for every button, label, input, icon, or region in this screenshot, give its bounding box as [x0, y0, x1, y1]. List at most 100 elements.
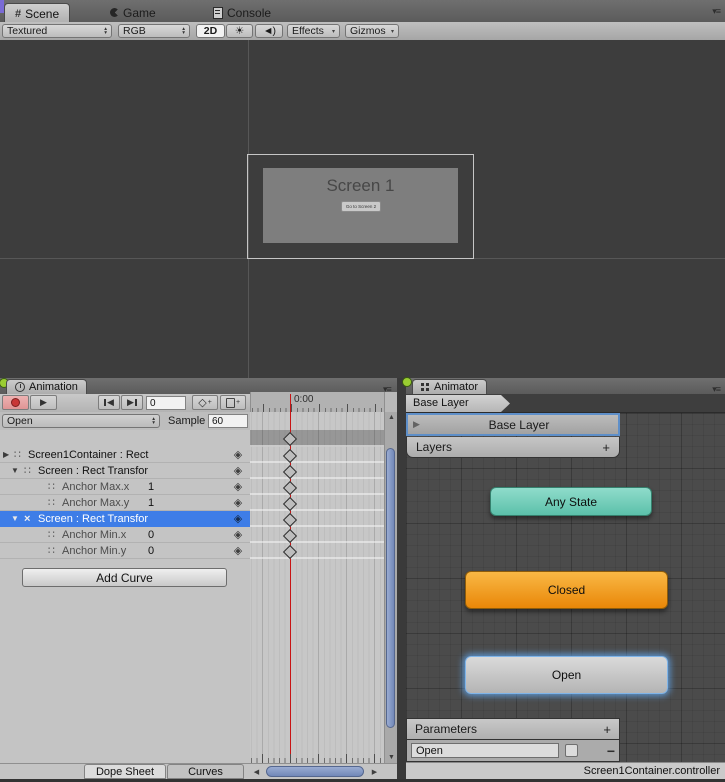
gizmos-label: Gizmos: [350, 25, 386, 37]
add-curve-button[interactable]: Add Curve: [22, 568, 227, 587]
layers-header[interactable]: Layers +: [406, 437, 620, 458]
effects-dropdown[interactable]: Effects ▾: [287, 24, 340, 38]
parameters-header[interactable]: Parameters +: [406, 718, 620, 740]
tab-console-label: Console: [227, 6, 271, 20]
state-node-any-state[interactable]: Any State: [490, 487, 652, 516]
property-value[interactable]: 0: [148, 543, 166, 559]
sample-label: Sample: [168, 415, 205, 427]
draw-mode-dropdown[interactable]: Textured ▴▾: [2, 24, 112, 38]
keyframe-diamond-icon[interactable]: ◈: [230, 463, 246, 479]
property-row-anchor-max-x[interactable]: ∷ Anchor Max.x 1 ◈: [0, 479, 250, 495]
tab-curves[interactable]: Curves: [167, 764, 244, 779]
property-row-screen1container[interactable]: ▶ ∷ Screen1Container : Rect ◈: [0, 447, 250, 463]
property-value[interactable]: 1: [148, 495, 166, 511]
add-parameter-icon[interactable]: +: [603, 722, 611, 737]
tab-animator[interactable]: Animator: [412, 379, 487, 394]
gizmos-dropdown[interactable]: Gizmos ▾: [345, 24, 399, 38]
spinner-arrows-icon: ▴▾: [104, 27, 107, 35]
tab-dope-sheet[interactable]: Dope Sheet: [84, 764, 166, 779]
record-icon: [11, 398, 20, 407]
scroll-left-icon[interactable]: ◀: [250, 768, 263, 776]
remove-parameter-icon[interactable]: −: [607, 743, 615, 759]
keyframe-diamond-icon[interactable]: ◈: [230, 511, 246, 527]
spinner-arrows-icon: ▴▾: [152, 417, 155, 425]
keyframe-diamond-icon[interactable]: ◈: [230, 543, 246, 559]
state-node-open-selected[interactable]: Open: [465, 656, 668, 694]
property-row-anchor-min-x[interactable]: ∷ Anchor Min.x 0 ◈: [0, 527, 250, 543]
scene-view-toolbar: Textured ▴▾ RGB ▴▾ 2D ☀ ◄) Effects ▾ Giz…: [0, 22, 725, 41]
foldout-open-icon[interactable]: ▼: [11, 511, 19, 527]
property-value[interactable]: 0: [148, 527, 166, 543]
state-node-closed[interactable]: Closed: [465, 571, 668, 609]
keyframe-diamond-icon[interactable]: ◈: [230, 527, 246, 543]
vertical-scrollbar-thumb[interactable]: [386, 448, 395, 728]
property-value[interactable]: 1: [148, 479, 166, 495]
tab-animator-label: Animator: [434, 381, 478, 393]
property-label: Anchor Max.x: [62, 479, 129, 495]
property-row-anchor-min-y[interactable]: ∷ Anchor Min.y 0 ◈: [0, 543, 250, 559]
tab-console[interactable]: Console: [203, 3, 281, 22]
tab-animation[interactable]: Animation: [6, 379, 87, 394]
property-label: Screen1Container : Rect: [28, 447, 148, 463]
property-row-screen-rect-2-selected[interactable]: ▼ × Screen : Rect Transfor ◈: [0, 511, 250, 527]
keyframe-diamond-icon[interactable]: ◈: [230, 447, 246, 463]
last-key-button[interactable]: ▶: [121, 395, 143, 410]
scene-audio-button[interactable]: ◄): [255, 24, 283, 38]
tab-scene[interactable]: # Scene: [4, 3, 70, 23]
parameter-bool-checkbox[interactable]: [565, 744, 578, 757]
sample-field[interactable]: 60: [208, 414, 248, 428]
property-label: Anchor Max.y: [62, 495, 129, 511]
anchor-icon: ∷: [48, 479, 54, 495]
add-event-button[interactable]: +: [220, 395, 246, 410]
clip-dropdown[interactable]: Open ▴▾: [2, 414, 160, 428]
keyframe-diamond-icon[interactable]: ◈: [230, 479, 246, 495]
breadcrumb-base-layer[interactable]: Base Layer: [406, 395, 510, 412]
parameter-name-field[interactable]: Open: [411, 743, 559, 758]
scene-panel-menu-icon[interactable]: ▾≡: [712, 6, 720, 17]
tab-scene-label: Scene: [25, 7, 59, 21]
foldout-open-icon[interactable]: ▼: [11, 463, 19, 479]
record-button[interactable]: [2, 395, 29, 410]
horizontal-scrollbar-thumb[interactable]: [266, 766, 364, 777]
scroll-right-icon[interactable]: ▶: [368, 768, 381, 776]
keyframe-diamond-icon: ◇: [198, 396, 206, 409]
color-mode-dropdown[interactable]: RGB ▴▾: [118, 24, 190, 38]
layer-row-base-layer[interactable]: ▶ Base Layer: [406, 413, 620, 436]
timeline-ruler[interactable]: 0:00: [250, 392, 384, 412]
chevron-down-icon: ▾: [332, 28, 335, 35]
foldout-closed-icon[interactable]: ▶: [3, 447, 9, 463]
first-key-icon: [104, 399, 106, 406]
animation-clip-toolbar: Open ▴▾ Sample 60: [0, 412, 250, 431]
rect-transform-icon: ∷: [14, 447, 20, 463]
first-key-button[interactable]: ◀: [98, 395, 120, 410]
anchor-icon: ∷: [48, 495, 54, 511]
property-row-screen-rect-1[interactable]: ▼ ∷ Screen : Rect Transfor ◈: [0, 463, 250, 479]
property-label: Screen : Rect Transfor: [38, 511, 148, 527]
add-layer-icon[interactable]: +: [602, 440, 610, 455]
scroll-down-icon[interactable]: ▼: [385, 754, 398, 761]
screen1-panel[interactable]: Screen 1 Go to Screen 2: [263, 168, 458, 243]
chevron-down-icon: ▾: [391, 28, 394, 35]
sun-icon: ☀: [235, 25, 244, 37]
audio-icon: ◄): [263, 25, 275, 37]
property-label: Anchor Min.y: [62, 543, 126, 559]
event-marker-icon: [226, 398, 235, 408]
frame-field[interactable]: 0: [146, 396, 186, 410]
live-indicator-dot: [402, 377, 412, 387]
parameters-header-label: Parameters: [415, 722, 477, 736]
play-button[interactable]: ▶: [30, 395, 57, 410]
2d-toggle[interactable]: 2D: [196, 24, 225, 38]
keyframe-diamond-icon[interactable]: ◈: [230, 495, 246, 511]
game-icon: [110, 8, 119, 17]
tab-animation-label: Animation: [29, 381, 78, 393]
tab-game[interactable]: Game: [100, 3, 166, 22]
property-row-anchor-max-y[interactable]: ∷ Anchor Max.y 1 ◈: [0, 495, 250, 511]
layer-play-icon: ▶: [413, 419, 420, 430]
scroll-up-icon[interactable]: ▲: [385, 414, 398, 421]
panel-divider[interactable]: [397, 378, 406, 782]
scene-lighting-button[interactable]: ☀: [226, 24, 253, 38]
unity-editor-window: # Scene Game Console ▾≡ Textured ▴▾ RGB …: [0, 0, 725, 782]
add-keyframe-button[interactable]: ◇ +: [192, 395, 218, 410]
screen1-button[interactable]: Go to Screen 2: [341, 201, 381, 212]
scene-viewport[interactable]: Screen 1 Go to Screen 2: [0, 40, 725, 378]
